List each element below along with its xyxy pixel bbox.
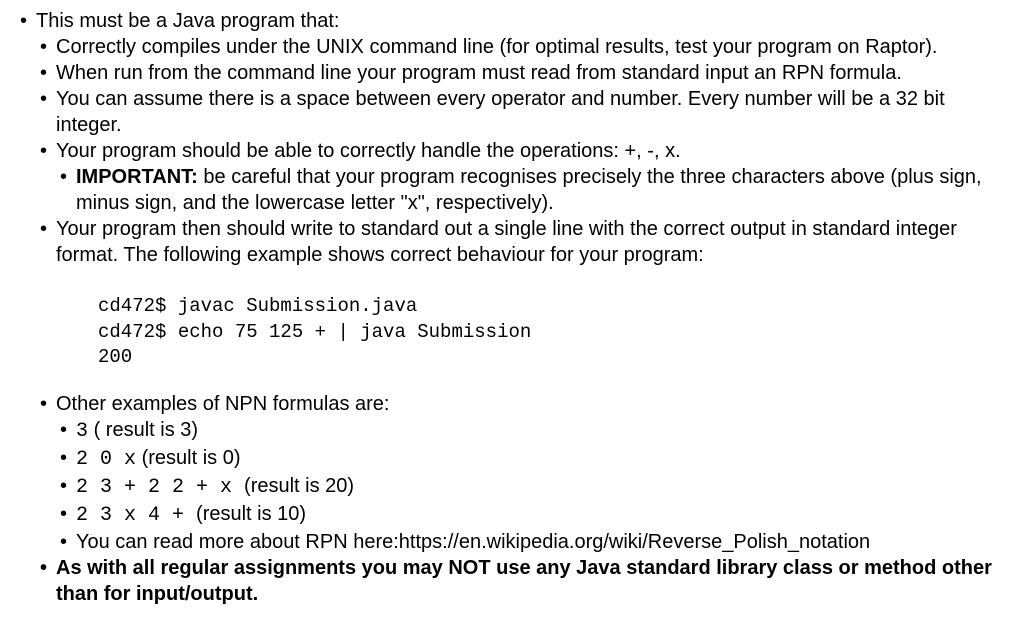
list-item: Correctly compiles under the UNIX comman… <box>0 34 993 60</box>
text: You can assume there is a space between … <box>56 88 945 136</box>
document-content: This must be a Java program that: Correc… <box>0 8 1023 607</box>
text: When run from the command line your prog… <box>56 62 902 84</box>
text: This must be a Java program that: <box>36 10 339 32</box>
formula-result: (result is 10) <box>196 503 306 525</box>
important-label: IMPORTANT: <box>76 166 198 188</box>
formula-code: 3 <box>76 420 88 443</box>
list-item: You can read more about RPN here:https:/… <box>0 529 993 555</box>
formula-result: (result is 0) <box>136 447 240 469</box>
bullet-list: This must be a Java program that: Correc… <box>0 8 993 268</box>
text: be careful that your program recognises … <box>76 166 982 214</box>
formula-code: 2 3 x 4 + <box>76 504 196 527</box>
list-item: You can assume there is a space between … <box>0 86 993 138</box>
code-example: cd472$ javac Submission.java cd472$ echo… <box>0 268 993 391</box>
list-item: As with all regular assignments you may … <box>0 555 993 607</box>
list-item: When run from the command line your prog… <box>0 60 993 86</box>
bullet-list: Other examples of NPN formulas are: 3 ( … <box>0 391 993 607</box>
list-item: Other examples of NPN formulas are: <box>0 391 993 417</box>
list-item: IMPORTANT: be careful that your program … <box>0 164 993 216</box>
text: Other examples of NPN formulas are: <box>56 393 389 415</box>
list-item: Your program then should write to standa… <box>0 216 993 268</box>
text: Your program should be able to correctly… <box>56 140 681 162</box>
formula-result: (result is 20) <box>244 475 354 497</box>
formula-code: 2 3 + 2 2 + x <box>76 476 244 499</box>
list-item: 2 0 x (result is 0) <box>0 445 993 473</box>
text: As with all regular assignments you may … <box>56 557 992 605</box>
list-item: 3 ( result is 3) <box>0 417 993 445</box>
formula-result: ( result is 3) <box>88 419 198 441</box>
list-item: This must be a Java program that: <box>0 8 993 34</box>
text: You can read more about RPN here:https:/… <box>76 531 870 553</box>
list-item: 2 3 x 4 + (result is 10) <box>0 501 993 529</box>
text: Your program then should write to standa… <box>56 218 957 266</box>
list-item: Your program should be able to correctly… <box>0 138 993 164</box>
formula-code: 2 0 x <box>76 448 136 471</box>
text: Correctly compiles under the UNIX comman… <box>56 36 937 58</box>
list-item: 2 3 + 2 2 + x (result is 20) <box>0 473 993 501</box>
